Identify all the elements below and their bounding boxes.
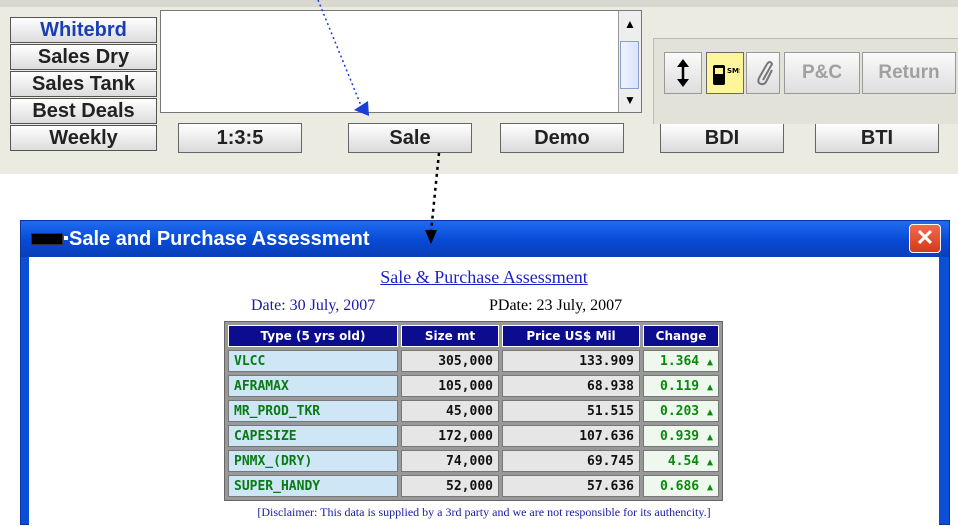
sales-tank-button[interactable]: Sales Tank (10, 71, 157, 97)
bdi-button[interactable]: BDI (660, 123, 784, 153)
change-value: 0.686 (660, 478, 700, 494)
table-row: CAPESIZE 172,000 107.636 0.939 ▲ (228, 425, 719, 447)
cell-size: 172,000 (401, 425, 499, 447)
cell-size: 305,000 (401, 350, 499, 372)
paperclip-icon[interactable] (746, 52, 780, 94)
sms-phone-icon[interactable]: SMS (706, 52, 744, 94)
sales-dry-button[interactable]: Sales Dry (10, 44, 157, 70)
table-row: PNMX_(DRY) 74,000 69.745 4.54 ▲ (228, 450, 719, 472)
up-triangle-icon: ▲ (706, 356, 713, 368)
return-button[interactable]: Return (862, 52, 956, 94)
up-triangle-icon: ▲ (706, 381, 713, 393)
demo-button[interactable]: Demo (500, 123, 624, 153)
cell-type: MR_PROD_TKR (228, 400, 398, 422)
cell-type: AFRAMAX (228, 375, 398, 397)
cell-type: VLCC (228, 350, 398, 372)
cell-price: 51.515 (502, 400, 640, 422)
close-icon[interactable]: ✕ (909, 224, 941, 253)
sale-purchase-dialog: Sale and Purchase Assessment ✕ Sale & Pu… (20, 220, 950, 526)
col-size-header: Size mt (401, 325, 499, 347)
cell-type: SUPER_HANDY (228, 475, 398, 497)
cell-price: 68.938 (502, 375, 640, 397)
best-deals-button[interactable]: Best Deals (10, 98, 157, 124)
cell-size: 52,000 (401, 475, 499, 497)
tool-button-group: SMS P&C Return (653, 38, 958, 124)
up-down-arrow-icon[interactable] (664, 52, 702, 94)
scroll-down-icon[interactable]: ▼ (622, 93, 638, 107)
up-triangle-icon: ▲ (706, 456, 713, 468)
cell-size: 45,000 (401, 400, 499, 422)
bti-button[interactable]: BTI (815, 123, 939, 153)
ratio-135-button[interactable]: 1:3:5 (178, 123, 302, 153)
pdate-label: PDate: 23 July, 2007 (489, 297, 623, 314)
cell-type: CAPESIZE (228, 425, 398, 447)
table-row: VLCC 305,000 133.909 1.364 ▲ (228, 350, 719, 372)
whitebrd-button[interactable]: Whitebrd (10, 17, 157, 43)
table-row: SUPER_HANDY 52,000 57.636 0.686 ▲ (228, 475, 719, 497)
change-value: 4.54 (667, 453, 700, 469)
cell-price: 69.745 (502, 450, 640, 472)
up-triangle-icon: ▲ (706, 406, 713, 418)
assessment-heading[interactable]: Sale & Purchase Assessment (29, 267, 939, 288)
table-row: MR_PROD_TKR 45,000 51.515 0.203 ▲ (228, 400, 719, 422)
cell-change: 0.686 ▲ (643, 475, 719, 497)
dialog-content: Sale & Purchase Assessment Date: 30 July… (29, 257, 939, 526)
weekly-button[interactable]: Weekly (10, 125, 157, 151)
dialog-title: Sale and Purchase Assessment (69, 228, 370, 250)
col-price-header: Price US$ Mil (502, 325, 640, 347)
cell-price: 57.636 (502, 475, 640, 497)
cell-price: 133.909 (502, 350, 640, 372)
col-type-header: Type (5 yrs old) (228, 325, 398, 347)
cell-price: 107.636 (502, 425, 640, 447)
table-row: AFRAMAX 105,000 68.938 0.119 ▲ (228, 375, 719, 397)
up-triangle-icon: ▲ (706, 481, 713, 493)
cell-size: 74,000 (401, 450, 499, 472)
message-textarea[interactable]: ▲ ▼ (160, 10, 642, 113)
svg-text:SMS: SMS (727, 67, 740, 75)
cell-change: 0.119 ▲ (643, 375, 719, 397)
change-value: 0.119 (660, 378, 700, 394)
cell-type: PNMX_(DRY) (228, 450, 398, 472)
vertical-scrollbar[interactable]: ▲ ▼ (618, 11, 641, 112)
cell-change: 4.54 ▲ (643, 450, 719, 472)
disclaimer-text: [Disclaimer: This data is supplied by a … (257, 505, 711, 519)
up-triangle-icon: ▲ (706, 431, 713, 443)
table-header-row: Type (5 yrs old) Size mt Price US$ Mil C… (228, 325, 719, 347)
cell-change: 1.364 ▲ (643, 350, 719, 372)
col-change-header: Change (643, 325, 719, 347)
change-value: 0.939 (660, 428, 700, 444)
scroll-thumb[interactable] (620, 41, 639, 89)
pc-button[interactable]: P&C (784, 52, 860, 94)
sale-button[interactable]: Sale (348, 123, 472, 153)
change-value: 1.364 (660, 353, 700, 369)
cell-change: 0.939 ▲ (643, 425, 719, 447)
change-value: 0.203 (660, 403, 700, 419)
date-label: Date: 30 July, 2007 (251, 297, 376, 314)
window-icon (31, 233, 68, 245)
dialog-titlebar[interactable]: Sale and Purchase Assessment ✕ (21, 221, 949, 257)
cell-size: 105,000 (401, 375, 499, 397)
assessment-table: Type (5 yrs old) Size mt Price US$ Mil C… (224, 321, 723, 501)
scroll-up-icon[interactable]: ▲ (622, 17, 638, 31)
cell-change: 0.203 ▲ (643, 400, 719, 422)
